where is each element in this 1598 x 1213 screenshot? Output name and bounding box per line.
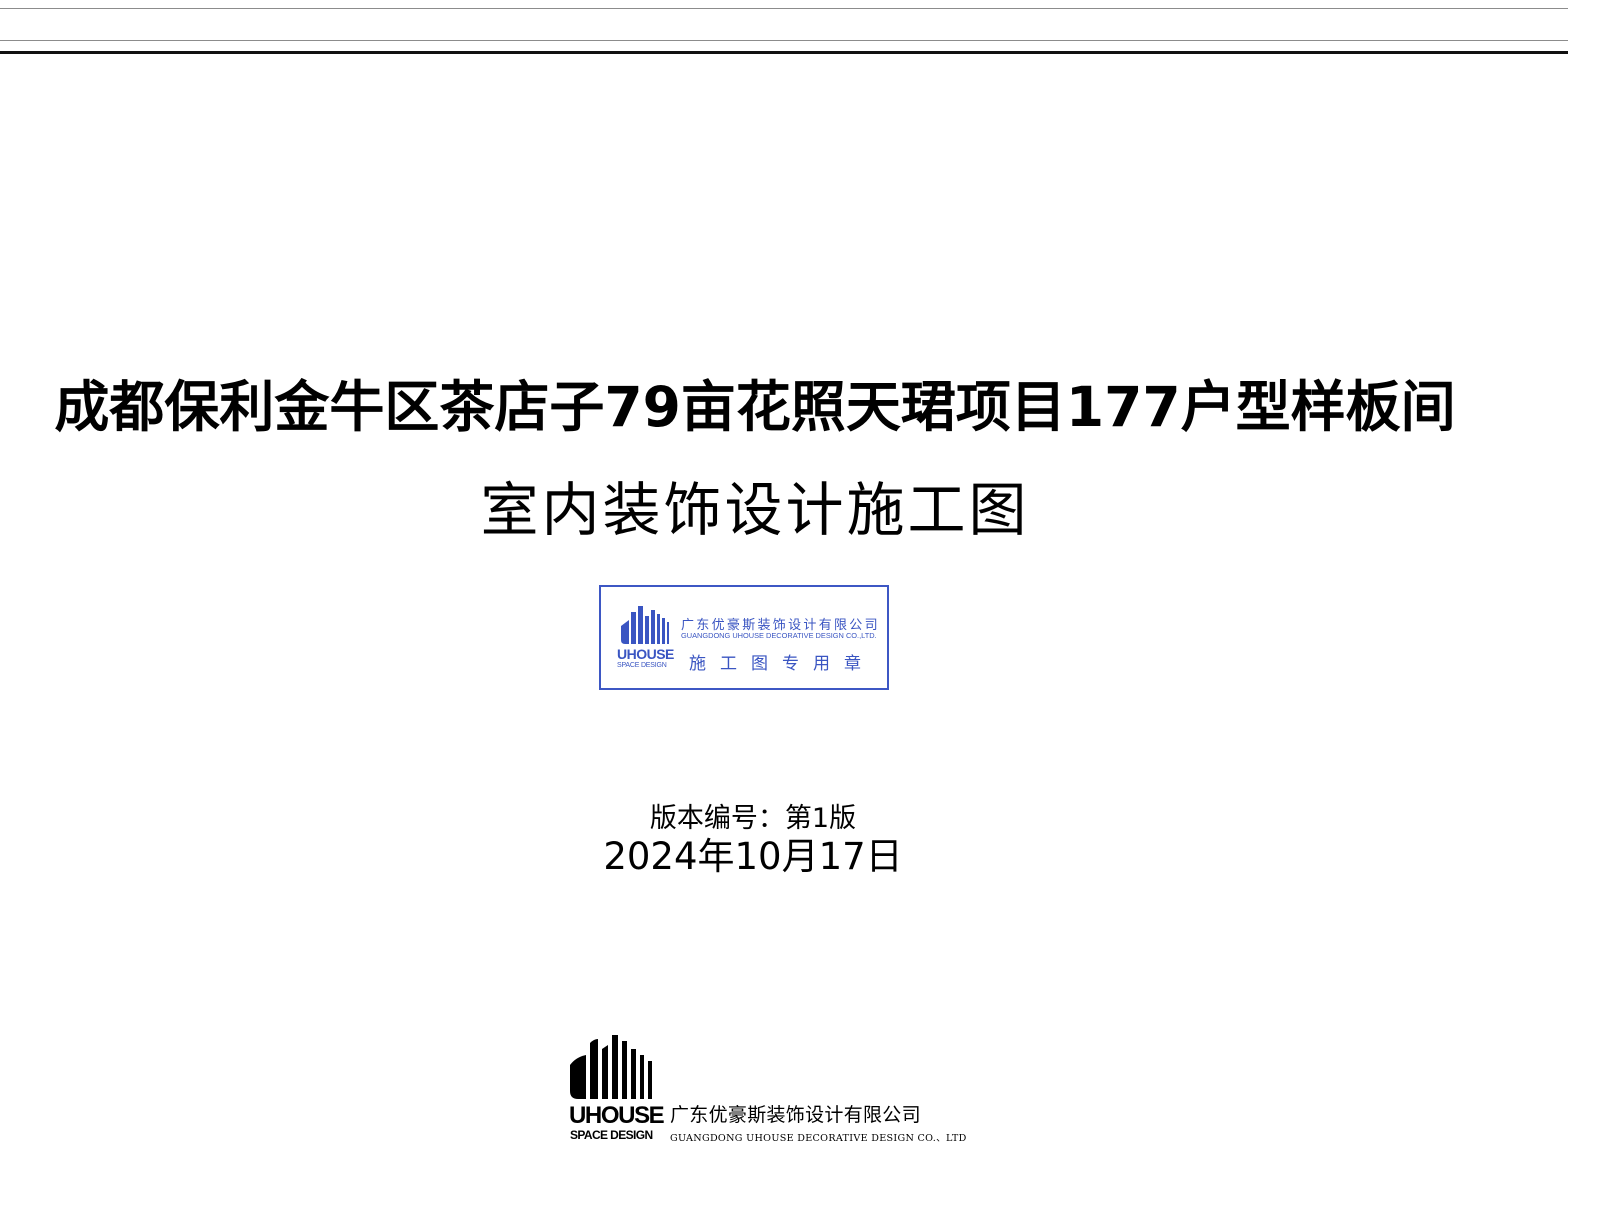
issue-date: 2024年10月17日 bbox=[603, 835, 903, 878]
stamp-brand-name: UHOUSE bbox=[617, 646, 674, 662]
stamp-company-name-en: GUANGDONG UHOUSE DECORATIVE DESIGN CO.,L… bbox=[681, 631, 877, 640]
top-rule-thick bbox=[0, 51, 1568, 54]
document-title: 室内装饰设计施工图 bbox=[480, 476, 1030, 544]
uhouse-logo-icon bbox=[570, 1035, 652, 1099]
footer-brand-name: UHOUSE bbox=[569, 1102, 665, 1129]
uhouse-logo-icon bbox=[621, 606, 669, 644]
construction-drawing-seal: UHOUSE SPACE DESIGN 广东优豪斯装饰设计有限公司 GUANGD… bbox=[599, 585, 889, 690]
top-rule-thin bbox=[0, 8, 1568, 9]
stamp-seal-text: 施工图专用章 bbox=[689, 654, 875, 674]
project-title: 成都保利金牛区茶店子79亩花照天珺项目177户型样板间 bbox=[54, 375, 1456, 439]
footer-brand-subtitle: SPACE DESIGN bbox=[570, 1128, 653, 1142]
top-rule-thin-2 bbox=[0, 40, 1568, 41]
footer-company-name: 广东优豪斯装饰设计有限公司 bbox=[670, 1104, 921, 1126]
footer-company-name-en: GUANGDONG UHOUSE DECORATIVE DESIGN CO.、L… bbox=[670, 1133, 967, 1144]
stamp-brand-subtitle: SPACE DESIGN bbox=[617, 662, 667, 669]
